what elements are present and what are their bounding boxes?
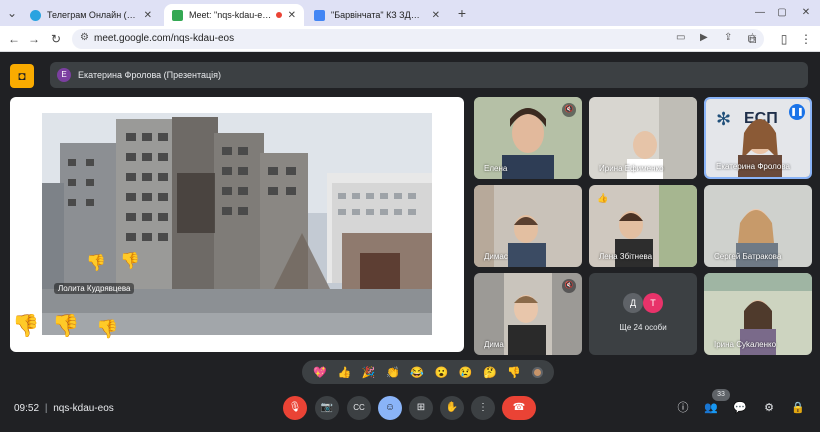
participant-tile[interactable]: Ірина Суkаленко	[704, 273, 812, 355]
mic-toggle-button[interactable]: 🎙	[283, 396, 307, 420]
laugh-reaction-button[interactable]: 😂	[410, 366, 424, 379]
present-button[interactable]: ⊞	[409, 396, 433, 420]
participant-name: Сергей Батракова	[714, 252, 782, 261]
site-favicon-icon	[314, 9, 325, 21]
thumbs-up-reaction-button[interactable]: 👍	[338, 366, 352, 379]
participant-name: Дима	[484, 340, 504, 349]
minimize-icon[interactable]: —	[752, 5, 768, 21]
thumbs-down-reaction-icon: 👎	[86, 255, 106, 272]
participant-name: Лена Збітнева	[599, 252, 653, 261]
thumbs-down-reaction-button[interactable]: 👎	[507, 366, 521, 379]
raise-hand-button[interactable]: ✋	[440, 396, 464, 420]
recording-dot-icon	[275, 12, 282, 18]
close-window-icon[interactable]: ✕	[798, 5, 814, 21]
party-reaction-button[interactable]: 🎉	[362, 366, 376, 379]
presentation-stage: Лолита Кудрявцева 👎 👎 👎 👎 👎	[10, 97, 464, 352]
host-controls-icon[interactable]: 🔒	[790, 400, 806, 416]
raised-hand-icon: 👍	[597, 193, 609, 203]
chat-icon[interactable]: 💬	[732, 400, 748, 416]
close-tab-icon[interactable]: ✕	[288, 10, 296, 21]
more-participants-label: Ще 24 особи	[619, 323, 667, 332]
clock-time: 09:52	[14, 403, 40, 414]
mic-off-icon: 🔇	[562, 279, 576, 293]
participant-name: Ірина Суkаленко	[714, 340, 777, 349]
tab-meet[interactable]: Meet: "nqs-kdau-eos" ✕	[164, 4, 304, 26]
sad-reaction-button[interactable]: 😢	[459, 366, 473, 379]
speaking-indicator-icon: ❚❚	[789, 104, 805, 120]
sparkling-heart-reaction-button[interactable]: 💖	[313, 366, 327, 379]
thumbs-down-reaction-icon: 👎	[52, 313, 80, 338]
surprised-reaction-button[interactable]: 😮	[435, 366, 449, 379]
forward-icon[interactable]: →	[26, 31, 42, 47]
participant-tile[interactable]: Ирина Ефименко	[589, 97, 697, 179]
browser-menu-icon[interactable]: ⋮	[798, 31, 814, 47]
pinned-participant-name: Лолита Кудрявцева	[54, 283, 135, 294]
captions-button[interactable]: CC	[347, 396, 371, 420]
tab-telegram[interactable]: Телеграм Онлайн (неофіційн ✕	[22, 4, 160, 26]
browser-tab-bar: ⌄ Телеграм Онлайн (неофіційн ✕ Meet: "nq…	[0, 0, 820, 26]
cast-icon[interactable]: ▭	[676, 32, 685, 43]
tab-label: "Барвінчата" КЗ ЗДО "Буратіно"	[331, 10, 426, 20]
maximize-icon[interactable]: ▢	[774, 5, 790, 21]
reactions-bar: 💖 👍 🎉 👏 😂 😮 😢 🤔 👎	[302, 360, 554, 384]
tab-barvinchata[interactable]: "Барвінчата" КЗ ЗДО "Буратіно" ✕	[306, 4, 448, 26]
address-bar[interactable]: ⚙ meet.google.com/nqs-kdau-eos ▭ ▶ ⇪ ☆	[72, 29, 764, 49]
meet-favicon-icon	[172, 9, 183, 21]
tab-search-icon[interactable]: ⌄	[4, 5, 20, 21]
participant-name: Елена	[484, 164, 508, 173]
url-text: meet.google.com/nqs-kdau-eos	[94, 33, 235, 44]
skin-tone-button[interactable]	[531, 366, 543, 378]
meeting-details-icon[interactable]: ⓘ	[675, 400, 691, 416]
thinking-reaction-button[interactable]: 🤔	[483, 366, 497, 379]
reload-icon[interactable]: ↻	[48, 31, 64, 47]
participant-tile[interactable]: Сергей Батракова	[704, 185, 812, 267]
leave-call-button[interactable]: ☎	[502, 396, 536, 420]
new-tab-button[interactable]: +	[454, 5, 470, 21]
extensions-icon[interactable]: ⧉	[744, 31, 760, 47]
activities-icon[interactable]: ⚙	[761, 400, 777, 416]
tab-label: Телеграм Онлайн (неофіційн	[47, 10, 138, 20]
site-info-icon[interactable]: ⚙	[80, 32, 89, 43]
presentation-bar: Е Екатерина Фролова (Презентація)	[50, 62, 808, 88]
more-participants-tile[interactable]: Д Т Ще 24 особи	[589, 273, 697, 355]
reactions-button[interactable]: ☺	[378, 396, 402, 420]
participant-name: Ирина Ефименко	[599, 164, 664, 173]
telegram-favicon-icon	[30, 9, 41, 21]
browser-toolbar: ← → ↻ ⚙ meet.google.com/nqs-kdau-eos ▭ ▶…	[0, 26, 820, 52]
more-options-button[interactable]: ⋮	[471, 396, 495, 420]
camera-toggle-button[interactable]: 📷	[315, 396, 339, 420]
participant-avatar: Д	[623, 293, 643, 313]
participant-tile[interactable]: Димас	[474, 185, 582, 267]
thumbs-down-reaction-icon: 👎	[96, 319, 119, 339]
thumbs-down-reaction-icon: 👎	[12, 313, 40, 338]
participant-tile[interactable]: 🔇 Елена	[474, 97, 582, 179]
participant-name: Екатерина Фролова	[716, 162, 790, 171]
thumbs-down-reaction-icon: 👎	[120, 253, 140, 270]
back-icon[interactable]: ←	[6, 31, 22, 47]
close-tab-icon[interactable]: ✕	[432, 10, 440, 21]
close-tab-icon[interactable]: ✕	[144, 10, 152, 21]
people-icon[interactable]: 👥	[703, 400, 719, 416]
presentation-icon[interactable]: ◘	[10, 64, 34, 88]
meet-area: ◘ Е Екатерина Фролова (Презентація) Лоли…	[0, 52, 820, 432]
participant-tile[interactable]: 🔇 Дима	[474, 273, 582, 355]
participant-tile[interactable]: ✻ ЕСП ❚❚ Екатерина Фролова	[704, 97, 812, 179]
presentation-photo	[42, 113, 432, 335]
participant-avatar: Т	[643, 293, 663, 313]
presenter-avatar: Е	[57, 68, 71, 82]
side-panel-icon[interactable]: ▯	[776, 31, 792, 47]
camera-indicator-icon[interactable]: ▶	[700, 32, 708, 43]
participant-name: Димас	[484, 252, 508, 261]
presenter-label: Екатерина Фролова (Презентація)	[78, 70, 222, 80]
svg-text:✻: ✻	[716, 109, 731, 129]
share-icon[interactable]: ⇪	[724, 32, 732, 43]
clap-reaction-button[interactable]: 👏	[386, 366, 400, 379]
separator: |	[44, 403, 48, 414]
meeting-info: 09:52 | nqs-kdau-eos	[14, 403, 114, 414]
meeting-code: nqs-kdau-eos	[53, 403, 114, 414]
participant-tile[interactable]: 👍 Лена Збітнева	[589, 185, 697, 267]
tab-label: Meet: "nqs-kdau-eos"	[189, 10, 272, 20]
mic-off-icon: 🔇	[562, 103, 576, 117]
